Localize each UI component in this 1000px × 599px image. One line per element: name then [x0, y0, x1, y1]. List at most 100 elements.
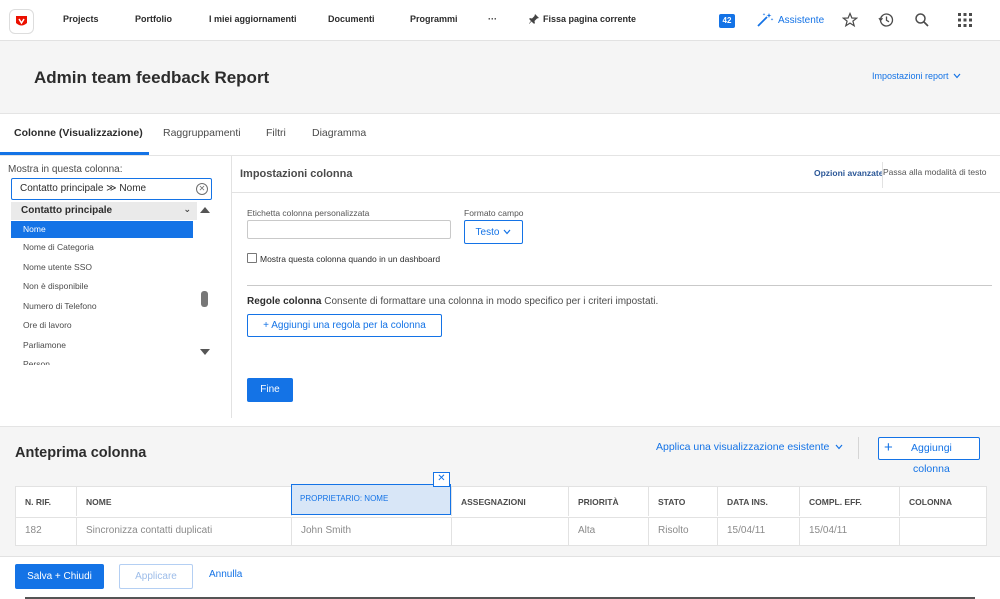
- column-header[interactable]: N. RIF.: [16, 487, 77, 516]
- field-group-header[interactable]: Contatto principale ⌄: [11, 202, 197, 220]
- add-column-rule-button[interactable]: + Aggiungi una regola per la colonna: [247, 314, 442, 337]
- app-grid-icon[interactable]: [957, 12, 973, 28]
- show-in-column-label: Mostra in questa colonna:: [8, 164, 123, 175]
- field-format-value: Testo: [475, 226, 500, 238]
- custom-label-input[interactable]: [247, 220, 451, 239]
- column-rules-description: Consente di formattare una colonna in mo…: [324, 296, 659, 307]
- column-header[interactable]: ASSEGNAZIONI: [452, 487, 569, 516]
- apply-existing-view-label: Applica una visualizzazione esistente: [656, 441, 830, 453]
- field-picker-input[interactable]: Contatto principale ≫ Nome ✕: [11, 178, 212, 200]
- list-item[interactable]: Ore di lavoro: [11, 317, 193, 334]
- footer-bar: Salva + Chiudi Applicare Annulla: [0, 556, 1000, 599]
- active-tab-indicator: [0, 152, 149, 155]
- workfront-logo-icon[interactable]: [9, 9, 34, 34]
- list-item[interactable]: Nome: [11, 221, 193, 238]
- list-item[interactable]: Person: [11, 356, 193, 365]
- table-cell: John Smith: [292, 518, 452, 546]
- more-menu-button[interactable]: ···: [488, 14, 497, 24]
- nav-item-portfolio[interactable]: Portfolio: [135, 14, 172, 24]
- cancel-button[interactable]: Annulla: [209, 569, 242, 580]
- report-settings-label: Impostazioni report: [872, 71, 949, 81]
- column-settings-header: Impostazioni colonna Opzioni avanzate Pa…: [232, 156, 1000, 193]
- notifications-badge[interactable]: 42: [719, 14, 735, 28]
- dashboard-checkbox[interactable]: [247, 253, 257, 263]
- field-format-dropdown[interactable]: Testo: [464, 220, 523, 244]
- page-title: Admin team feedback Report: [34, 68, 270, 87]
- panel-divider: [231, 156, 232, 418]
- search-icon[interactable]: [914, 12, 930, 28]
- preview-title: Anteprima colonna: [15, 445, 147, 461]
- column-preview-section: Anteprima colonna Applica una visualizza…: [0, 426, 1000, 556]
- tab-groupings[interactable]: Raggruppamenti: [163, 127, 241, 139]
- column-header[interactable]: STATO: [649, 487, 718, 516]
- table-cell: 182: [16, 518, 77, 546]
- pin-page-label: Fissa pagina corrente: [543, 14, 637, 24]
- history-icon[interactable]: [878, 12, 894, 28]
- custom-label-caption: Etichetta colonna personalizzata: [247, 208, 370, 218]
- field-picker-value: Contatto principale ≫ Nome: [20, 183, 147, 194]
- tab-columns[interactable]: Colonne (Visualizzazione): [14, 127, 143, 139]
- divider: [858, 437, 859, 459]
- list-item[interactable]: Nome di Categoria: [11, 239, 193, 256]
- list-item[interactable]: Non è disponibile: [11, 278, 193, 295]
- scroll-up-icon[interactable]: [200, 207, 210, 213]
- scrollbar-thumb[interactable]: [201, 291, 208, 307]
- table-cell: [452, 518, 569, 546]
- pin-page-button[interactable]: Fissa pagina corrente: [528, 13, 636, 25]
- column-header[interactable]: NOME: [77, 487, 292, 516]
- apply-existing-view-button[interactable]: Applica una visualizzazione esistente: [656, 441, 843, 453]
- tab-filters[interactable]: Filtri: [266, 127, 286, 139]
- column-rules-title: Regole colonna: [247, 296, 322, 307]
- report-header: Admin team feedback Report Impostazioni …: [0, 41, 1000, 114]
- add-column-label-line2[interactable]: colonna: [913, 463, 950, 475]
- done-button[interactable]: Fine: [247, 378, 293, 402]
- star-icon[interactable]: [842, 12, 858, 28]
- save-and-close-button[interactable]: Salva + Chiudi: [15, 564, 104, 589]
- assistant-label: Assistente: [778, 14, 825, 26]
- field-format-caption: Formato campo: [464, 208, 524, 218]
- column-header[interactable]: COLONNA: [900, 487, 986, 516]
- clear-icon[interactable]: ✕: [196, 183, 208, 195]
- field-group-label: Contatto principale: [21, 205, 113, 216]
- table-cell: Risolto: [649, 518, 718, 546]
- chevron-down-icon: [503, 229, 511, 235]
- add-column-label: Aggiungi: [911, 442, 952, 454]
- table-cell: [900, 518, 986, 546]
- report-settings-button[interactable]: Impostazioni report: [872, 71, 961, 81]
- magic-wand-icon: [757, 13, 774, 27]
- field-list-scrollbar[interactable]: [198, 207, 212, 357]
- list-item[interactable]: Numero di Telefono: [11, 298, 193, 315]
- chevron-down-icon: [835, 444, 843, 450]
- nav-item-projects[interactable]: Projects: [63, 14, 99, 24]
- top-navigation-bar: Projects Portfolio I miei aggiornamenti …: [0, 0, 1000, 41]
- column-header[interactable]: DATA INS.: [718, 487, 800, 516]
- remove-column-close-icon[interactable]: ✕: [433, 472, 450, 487]
- list-item[interactable]: Parliamone: [11, 337, 193, 354]
- preview-table: N. RIF. NOME ASSEGNAZIONI PRIORITÀ STATO…: [15, 486, 987, 546]
- column-header[interactable]: COMPL. EFF.: [800, 487, 900, 516]
- table-cell: Sincronizza contatti duplicati: [77, 518, 292, 546]
- table-cell: 15/04/11: [718, 518, 800, 546]
- list-item[interactable]: Nome utente SSO: [11, 259, 193, 276]
- plus-icon: +: [884, 439, 893, 456]
- table-cell: 15/04/11: [800, 518, 900, 546]
- divider: [247, 285, 992, 286]
- chevron-down-icon: [953, 73, 961, 79]
- nav-item-my-updates[interactable]: I miei aggiornamenti: [209, 14, 297, 24]
- report-tabs: Colonne (Visualizzazione) Raggruppamenti…: [0, 114, 1000, 156]
- table-cell: Alta: [569, 518, 649, 546]
- scroll-down-icon[interactable]: [200, 349, 210, 355]
- tab-chart[interactable]: Diagramma: [312, 127, 366, 139]
- apply-button[interactable]: Applicare: [119, 564, 193, 589]
- column-rules-text: Regole colonna Consente di formattare un…: [247, 296, 658, 307]
- nav-item-programs[interactable]: Programmi: [410, 14, 458, 24]
- column-header[interactable]: PRIORITÀ: [569, 487, 649, 516]
- text-mode-link[interactable]: Passa alla modalità di testo: [883, 167, 986, 177]
- add-column-button[interactable]: + Aggiungi: [878, 437, 980, 460]
- column-settings-title: Impostazioni colonna: [240, 168, 353, 180]
- assistant-button[interactable]: Assistente: [756, 12, 824, 28]
- advanced-options-link[interactable]: Opzioni avanzate: [814, 168, 883, 178]
- selected-column-header[interactable]: PROPRIETARIO: NOME: [291, 484, 451, 515]
- nav-item-documents[interactable]: Documenti: [328, 14, 375, 24]
- chevron-down-icon: ⌄: [183, 204, 191, 214]
